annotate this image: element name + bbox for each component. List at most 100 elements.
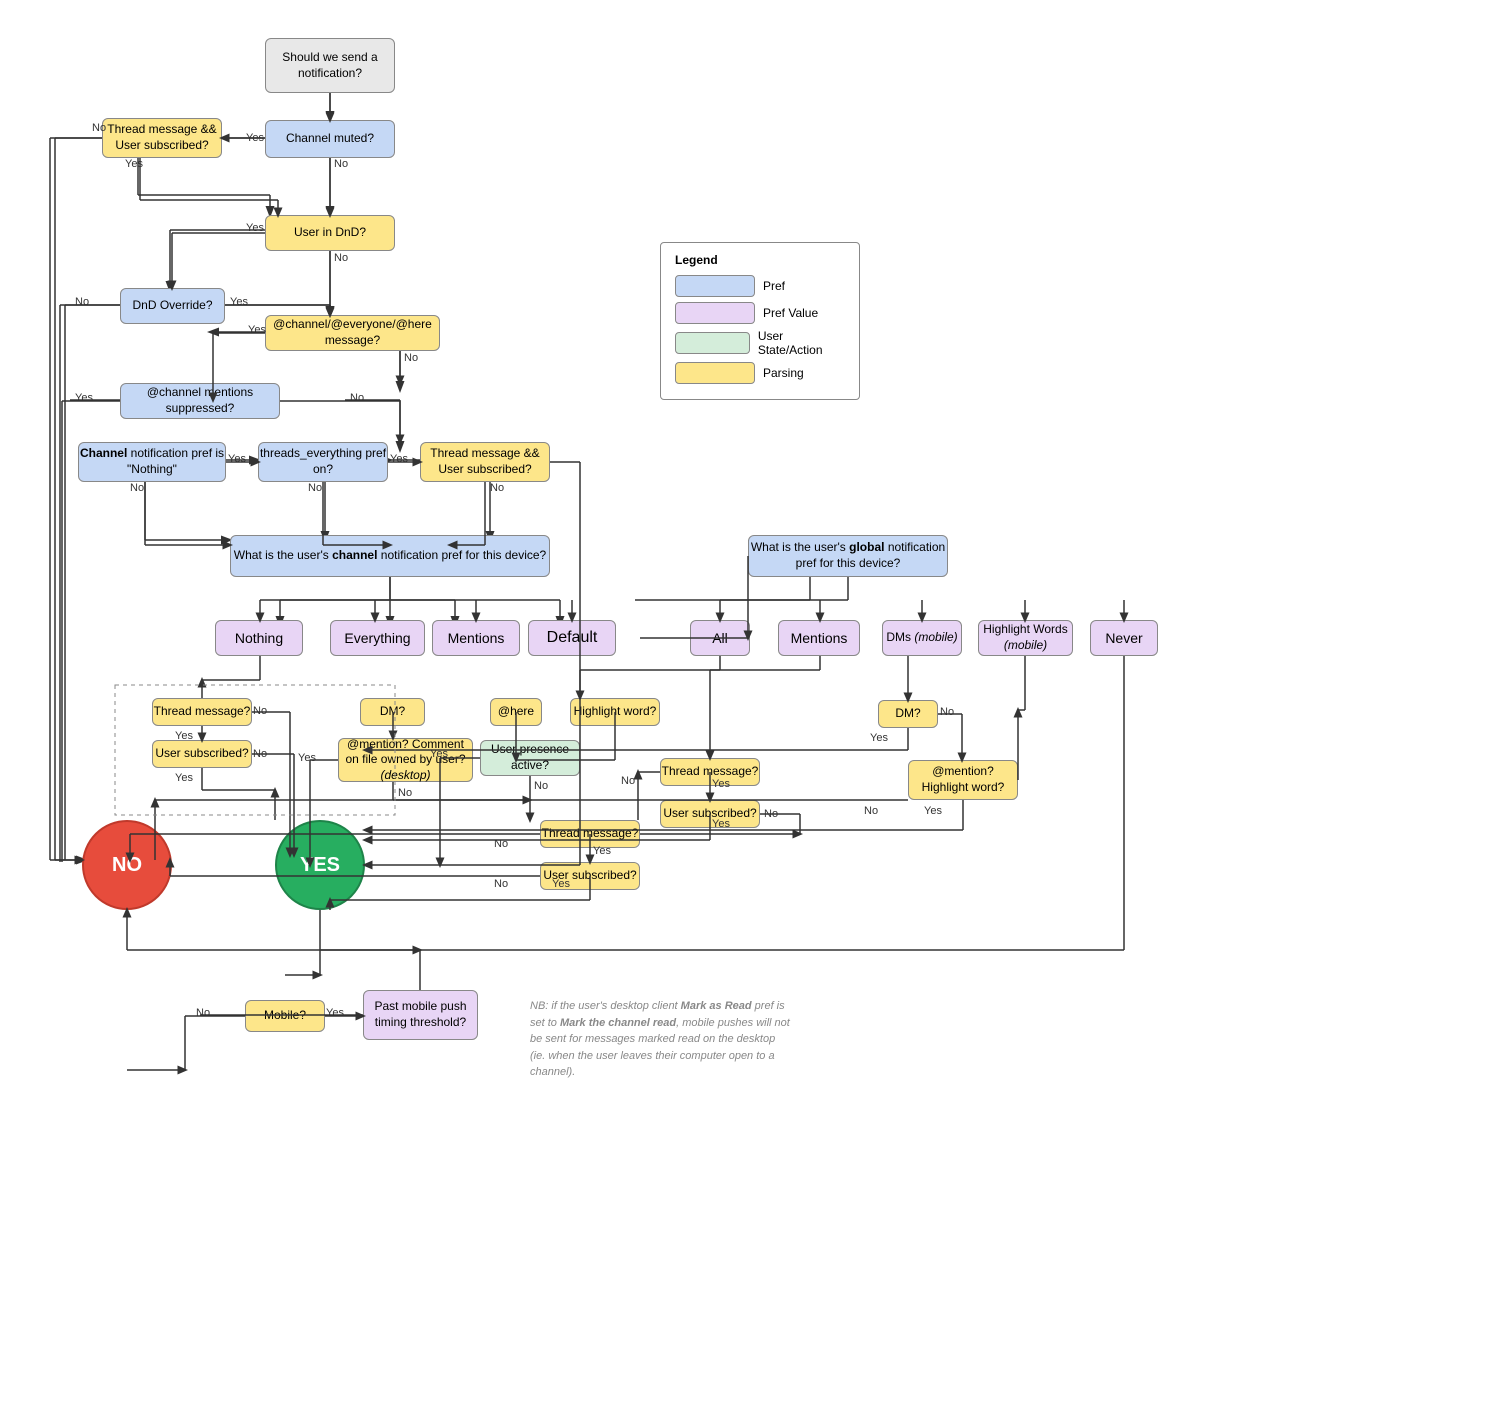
label-no-at-mention: No — [398, 787, 412, 799]
past-mobile-push-node: Past mobile push timing threshold? — [363, 990, 478, 1040]
channel-muted-label: Channel muted? — [286, 131, 374, 147]
label-yes-dndoverride: Yes — [230, 296, 248, 308]
legend-parsing: Parsing — [675, 362, 845, 384]
channel-everyone-node: @channel/@everyone/@here message? — [265, 315, 440, 351]
start-label: Should we send a notification? — [266, 50, 394, 81]
at-mention-highlight-label: @mention? Highlight word? — [909, 764, 1017, 795]
dm-check-node: DM? — [360, 698, 425, 726]
label-yes-user-sub1: Yes — [175, 772, 193, 784]
thread-user-sub1-node: Thread message && User subscribed? — [102, 118, 222, 158]
global-mentions-node: Mentions — [778, 620, 860, 656]
label-yes-channel-muted: Yes — [246, 132, 264, 144]
label-no-thread-msg3: No — [494, 838, 508, 850]
dnd-override-node: DnD Override? — [120, 288, 225, 324]
dms-mobile-node: DMs (mobile) — [882, 620, 962, 656]
label-no-mobile: No — [196, 1007, 210, 1019]
user-dnd-label: User in DnD? — [294, 225, 366, 241]
user-presence-label: User presence active? — [481, 742, 579, 773]
channel-notif-nothing-label: Channel notification pref is "Nothing" — [79, 446, 225, 477]
label-yes-user-presence: Yes — [430, 748, 448, 760]
label-no-dm2: No — [940, 706, 954, 718]
thread-msg1-label: Thread message? — [154, 704, 251, 720]
nothing-node: Nothing — [215, 620, 303, 656]
channel-mentions-suppressed-node: @channel mentions suppressed? — [120, 383, 280, 419]
dm-check2-node: DM? — [878, 700, 938, 728]
mobile-check-node: Mobile? — [245, 1000, 325, 1032]
no-node: NO — [82, 820, 172, 910]
never-node: Never — [1090, 620, 1158, 656]
label-yes-dnd: Yes — [246, 222, 264, 234]
label-no-dnd: No — [334, 252, 348, 264]
user-dnd-node: User in DnD? — [265, 215, 395, 251]
legend-parsing-swatch — [675, 362, 755, 384]
legend-pref: Pref — [675, 275, 845, 297]
global-notif-pref-label: What is the user's global notification p… — [749, 540, 947, 571]
legend-user-state-swatch — [675, 332, 750, 354]
label-yes-threads-everything: Yes — [390, 453, 408, 465]
user-sub1-node: User subscribed? — [152, 740, 252, 768]
global-notif-pref-node: What is the user's global notification p… — [748, 535, 948, 577]
label-no-channel-muted-down: No — [334, 158, 348, 170]
mobile-check-label: Mobile? — [264, 1008, 306, 1024]
channel-everyone-label: @channel/@everyone/@here message? — [266, 317, 439, 348]
yes-node: YES — [275, 820, 365, 910]
channel-mentions-suppressed-label: @channel mentions suppressed? — [121, 385, 279, 416]
label-yes-user-sub2: Yes — [712, 818, 730, 830]
label-yes-thread-msg2: Yes — [712, 778, 730, 790]
note-text: NB: if the user's desktop client Mark as… — [530, 998, 790, 1081]
label-yes-mentions-sup: Yes — [75, 392, 93, 404]
highlight-word-node: Highlight word? — [570, 698, 660, 726]
label-yes-at-mention: Yes — [298, 752, 316, 764]
threads-everything-node: threads_everything pref on? — [258, 442, 388, 482]
channel-notif-nothing-node: Channel notification pref is "Nothing" — [78, 442, 226, 482]
never-label: Never — [1105, 629, 1142, 647]
diagram-container: Should we send a notification? Channel m… — [0, 0, 1491, 1421]
dm-check2-label: DM? — [895, 706, 920, 722]
thread-msg1-node: Thread message? — [152, 698, 252, 726]
label-no-thread-msg2: No — [621, 775, 635, 787]
channel-muted-node: Channel muted? — [265, 120, 395, 158]
thread-msg2-node: Thread message? — [660, 758, 760, 786]
at-mention-desktop-label: @mention? Comment on file owned by user?… — [339, 737, 472, 784]
label-no-thread-sub2: No — [490, 482, 504, 494]
user-sub2-node: User subscribed? — [660, 800, 760, 828]
yes-label: YES — [300, 852, 340, 878]
at-mention-desktop-node: @mention? Comment on file owned by user?… — [338, 738, 473, 782]
label-no-user-sub3: No — [494, 878, 508, 890]
default-node: Default — [528, 620, 616, 656]
highlight-words-mobile-label: Highlight Words (mobile) — [979, 622, 1072, 653]
dnd-override-label: DnD Override? — [132, 298, 212, 314]
legend-box: Legend Pref Pref Value User State/Action… — [660, 242, 860, 400]
threads-everything-label: threads_everything pref on? — [259, 446, 387, 477]
label-no-threads-everything: No — [308, 482, 322, 494]
label-no-dndoverride: No — [75, 296, 89, 308]
thread-user-sub1-label: Thread message && User subscribed? — [103, 122, 221, 153]
legend-pref-swatch — [675, 275, 755, 297]
highlight-words-mobile-node: Highlight Words (mobile) — [978, 620, 1073, 656]
legend-user-state-label: User State/Action — [758, 329, 845, 357]
no-label: NO — [112, 852, 142, 878]
label-yes-thread-sub1: Yes — [125, 158, 143, 170]
default-label: Default — [547, 628, 598, 649]
user-sub2-label: User subscribed? — [663, 806, 756, 822]
everything-node: Everything — [330, 620, 425, 656]
dms-mobile-label: DMs (mobile) — [886, 630, 957, 646]
thread-msg3-node: Thread message? — [540, 820, 640, 848]
mentions-label: Mentions — [448, 629, 505, 647]
legend-parsing-label: Parsing — [763, 366, 804, 380]
thread-msg2-label: Thread message? — [662, 764, 759, 780]
label-yes-notif-nothing: Yes — [228, 453, 246, 465]
global-mentions-label: Mentions — [791, 629, 848, 647]
label-no-at-mention-h: No — [864, 805, 878, 817]
channel-notif-pref-node: What is the user's channel notification … — [230, 535, 550, 577]
at-here-label: @here — [498, 704, 534, 720]
label-no-channel-muted: No — [92, 122, 106, 134]
legend-pref-value: Pref Value — [675, 302, 845, 324]
past-mobile-push-label: Past mobile push timing threshold? — [364, 999, 477, 1030]
label-no-mentions-sup: No — [350, 392, 364, 404]
label-no-user-presence: No — [534, 780, 548, 792]
channel-notif-pref-label: What is the user's channel notification … — [234, 548, 546, 564]
label-yes-at-mention-h: Yes — [924, 805, 942, 817]
highlight-word-label: Highlight word? — [574, 704, 657, 720]
thread-user-sub2-label: Thread message && User subscribed? — [421, 446, 549, 477]
